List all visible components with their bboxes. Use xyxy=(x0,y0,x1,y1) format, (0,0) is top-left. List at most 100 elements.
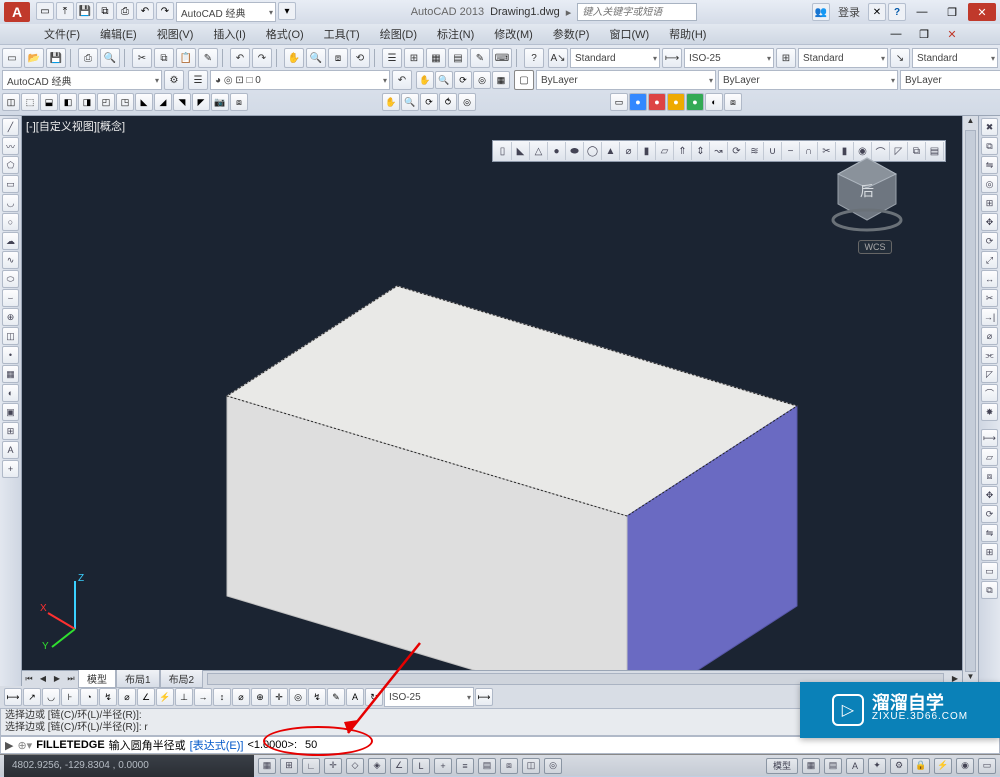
ducs-toggle-icon[interactable]: L xyxy=(412,758,430,774)
match-icon[interactable]: ✎ xyxy=(198,48,218,68)
undo-icon[interactable]: ↶ xyxy=(230,48,250,68)
point-icon[interactable]: • xyxy=(2,346,19,364)
stretch-icon[interactable]: ↔ xyxy=(981,270,998,288)
revolve-icon[interactable]: ⟳ xyxy=(728,142,746,160)
3dalign-icon[interactable]: ⧈ xyxy=(981,467,998,485)
polysolid-icon[interactable]: ▮ xyxy=(638,142,656,160)
3darray-icon[interactable]: ⊞ xyxy=(981,543,998,561)
dim-aligned-icon[interactable]: ↗ xyxy=(23,688,41,706)
dim-space-icon[interactable]: ↕ xyxy=(213,688,231,706)
presspull-icon[interactable]: ⇕ xyxy=(692,142,710,160)
color-swatch-icon[interactable]: ▢ xyxy=(514,70,534,90)
help2-icon[interactable]: ? xyxy=(524,48,544,68)
menu-view[interactable]: 视图(V) xyxy=(147,24,204,44)
sphere-icon[interactable]: ● xyxy=(548,142,566,160)
extrude-icon[interactable]: ⇑ xyxy=(674,142,692,160)
new-icon[interactable]: ▭ xyxy=(2,48,22,68)
dim-cont-icon[interactable]: → xyxy=(194,688,212,706)
dim-jog-icon[interactable]: ↯ xyxy=(99,688,117,706)
layer-manager-icon[interactable]: ☰ xyxy=(188,70,208,90)
vs-2dw-icon[interactable]: ▭ xyxy=(610,93,628,111)
osnap-toggle-icon[interactable]: ◇ xyxy=(346,758,364,774)
line-icon[interactable]: ╱ xyxy=(2,118,19,136)
ann-vis-icon[interactable]: ✦ xyxy=(868,758,886,774)
sectplane-icon[interactable]: ▭ xyxy=(981,562,998,580)
menu-draw[interactable]: 绘图(D) xyxy=(370,24,427,44)
coord-display[interactable]: 4802.9256, -129.8304 , 0.0000 xyxy=(4,755,254,777)
am-toggle-icon[interactable]: ◎ xyxy=(544,758,562,774)
steer2-icon[interactable]: ◎ xyxy=(458,93,476,111)
qat-save-icon[interactable]: 💾 xyxy=(76,2,94,20)
menu-help[interactable]: 帮助(H) xyxy=(659,24,716,44)
tablestyle-icon[interactable]: ⊞ xyxy=(776,48,796,68)
tab-last-icon[interactable]: ⏭ xyxy=(64,672,78,686)
dim-quick-icon[interactable]: ⚡ xyxy=(156,688,174,706)
explode-icon[interactable]: ✸ xyxy=(981,403,998,421)
zoomprev-icon[interactable]: ⟲ xyxy=(350,48,370,68)
app-icon[interactable]: A xyxy=(4,2,30,22)
insert-icon[interactable]: ⊕ xyxy=(2,308,19,326)
zoom2-icon[interactable]: 🔍 xyxy=(401,93,419,111)
grid-toggle-icon[interactable]: ⊞ xyxy=(280,758,298,774)
user-icon[interactable]: 👥 xyxy=(812,3,830,21)
help-icon[interactable]: ? xyxy=(888,3,906,21)
qat-print-icon[interactable]: ⎙ xyxy=(116,2,134,20)
open-icon[interactable]: 📂 xyxy=(24,48,44,68)
mtext-icon[interactable]: A xyxy=(2,441,19,459)
dim-ang-icon[interactable]: ∠ xyxy=(137,688,155,706)
vs-shade-icon[interactable]: ● xyxy=(686,93,704,111)
3dmirror-icon[interactable]: ⇋ xyxy=(981,524,998,542)
trim-icon[interactable]: ✂ xyxy=(981,289,998,307)
box-icon[interactable]: ▯ xyxy=(494,142,512,160)
arc-icon[interactable]: ◡ xyxy=(2,194,19,212)
tab-layout2[interactable]: 布局2 xyxy=(160,669,204,688)
menu-dim[interactable]: 标注(N) xyxy=(427,24,484,44)
dim-jogl-icon[interactable]: ↯ xyxy=(308,688,326,706)
orbit3-icon[interactable]: ⥀ xyxy=(439,93,457,111)
dim-stylemgr-icon[interactable]: ⟼ xyxy=(475,688,493,706)
login-link[interactable]: 登录 xyxy=(838,4,860,20)
redo-icon[interactable]: ↷ xyxy=(252,48,272,68)
chamfer-icon[interactable]: ◸ xyxy=(981,365,998,383)
dyn-toggle-icon[interactable]: + xyxy=(434,758,452,774)
mleader-style-combo[interactable]: Standard xyxy=(912,48,998,68)
dim-linear-icon[interactable]: ⟼ xyxy=(4,688,22,706)
nw-iso-icon[interactable]: ◤ xyxy=(192,93,210,111)
hardware-icon[interactable]: ⚡ xyxy=(934,758,952,774)
qview-dwg-icon[interactable]: ▤ xyxy=(824,758,842,774)
menu-tools[interactable]: 工具(T) xyxy=(314,24,370,44)
doc-restore-icon[interactable]: ❐ xyxy=(910,25,938,43)
dim-upd-icon[interactable]: ↻ xyxy=(365,688,383,706)
lwt-toggle-icon[interactable]: ≡ xyxy=(456,758,474,774)
zoomwin-icon[interactable]: ⧈ xyxy=(328,48,348,68)
qat-open-icon[interactable]: ⤒ xyxy=(56,2,74,20)
spline-icon[interactable]: ∿ xyxy=(2,251,19,269)
block-icon[interactable]: ◫ xyxy=(2,327,19,345)
tpy-toggle-icon[interactable]: ▤ xyxy=(478,758,496,774)
named-view-icon[interactable]: ◫ xyxy=(2,93,20,111)
ellarc-icon[interactable]: ⌣ xyxy=(2,289,19,307)
view-cube[interactable]: 后 xyxy=(824,148,910,234)
section-icon[interactable]: ⧉ xyxy=(908,142,926,160)
helix-icon[interactable]: ⌀ xyxy=(620,142,638,160)
calc-icon[interactable]: ⌨ xyxy=(492,48,512,68)
camera-icon[interactable]: 📷 xyxy=(211,93,229,111)
paste-icon[interactable]: 📋 xyxy=(176,48,196,68)
subtract-icon[interactable]: − xyxy=(782,142,800,160)
3dmove-icon[interactable]: ✥ xyxy=(981,486,998,504)
circle-icon[interactable]: ○ xyxy=(2,213,19,231)
dist-icon[interactable]: ⟼ xyxy=(981,429,998,447)
table-icon[interactable]: ⊞ xyxy=(2,422,19,440)
loft-icon[interactable]: ≋ xyxy=(746,142,764,160)
help-search-input[interactable] xyxy=(577,3,697,21)
qat-saveas-icon[interactable]: ⧉ xyxy=(96,2,114,20)
tab-model[interactable]: 模型 xyxy=(78,669,116,688)
pyramid-icon[interactable]: ▲ xyxy=(602,142,620,160)
dim-tol-icon[interactable]: ⊕ xyxy=(251,688,269,706)
top-view-icon[interactable]: ⬚ xyxy=(21,93,39,111)
vs-mgr-icon[interactable]: ⧈ xyxy=(724,93,742,111)
vs-xray-icon[interactable]: ◐ xyxy=(705,93,723,111)
tab-layout1[interactable]: 布局1 xyxy=(116,669,160,688)
dim-insp-icon[interactable]: ◎ xyxy=(289,688,307,706)
viewport-label[interactable]: [-][自定义视图][概念] xyxy=(26,118,125,134)
